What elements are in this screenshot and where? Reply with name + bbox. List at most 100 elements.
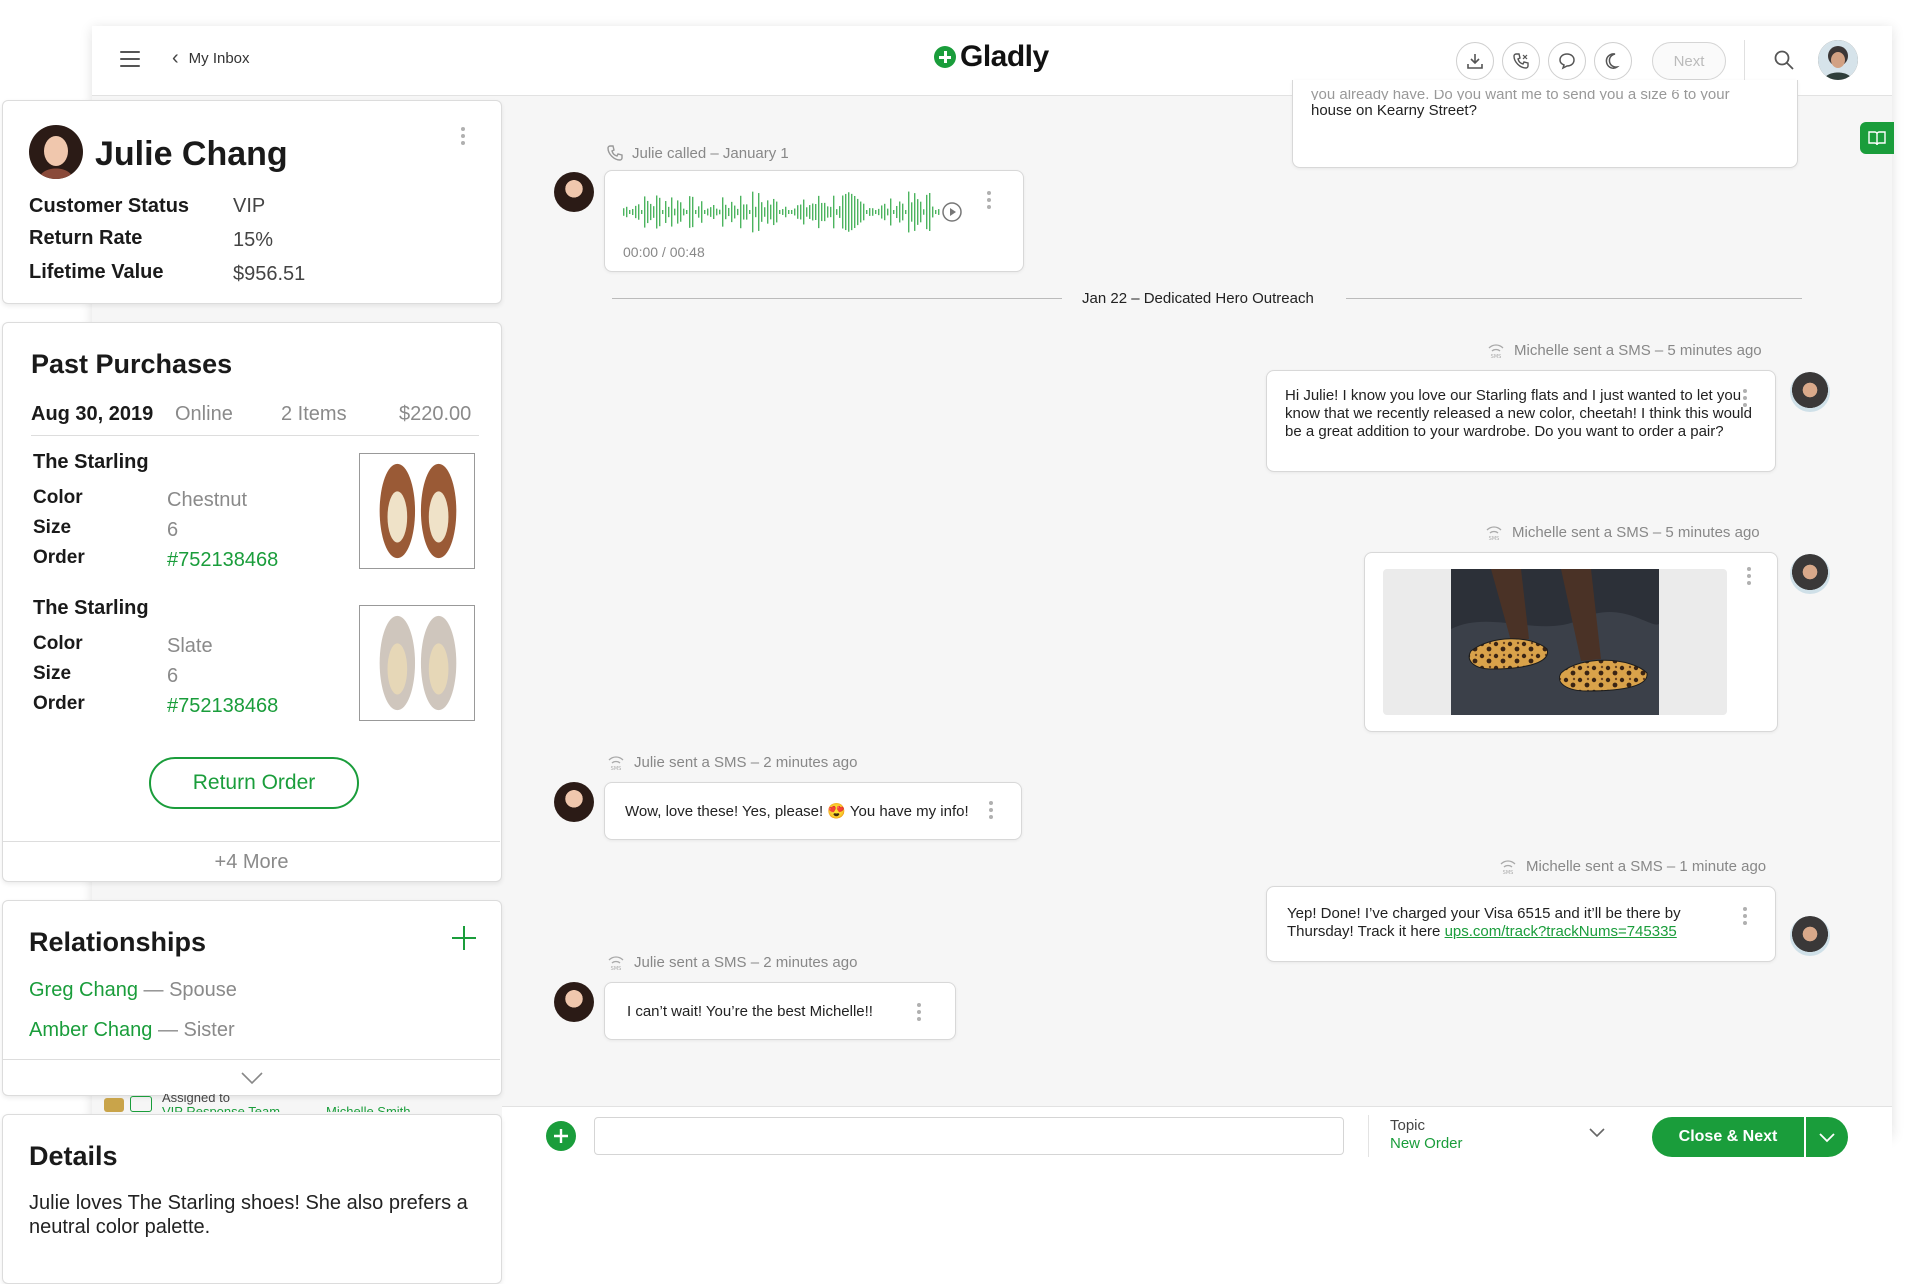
sms-meta: SMS Michelle sent a SMS – 5 minutes ago [1486, 342, 1762, 359]
waveform-bar [905, 210, 907, 214]
message-more-icon[interactable] [989, 801, 993, 822]
sms-icon: SMS [608, 755, 624, 771]
assigned-agent[interactable]: Michelle Smith [326, 1104, 411, 1112]
waveform-bar [647, 200, 649, 224]
moon-icon [1605, 53, 1620, 69]
waveform-bar [785, 206, 787, 218]
relationship-name[interactable]: Amber Chang [29, 1019, 152, 1041]
waveform-bar [839, 206, 841, 218]
waveform-bar [629, 210, 631, 214]
order-divider [31, 435, 479, 436]
divider-line-left [612, 298, 1062, 299]
waveform-bar [713, 204, 715, 220]
waveform-bar [935, 210, 937, 214]
field-value: VIP [233, 195, 266, 217]
message-more-icon[interactable] [1743, 907, 1747, 928]
waveform-bar [920, 201, 922, 223]
waveform-bar [803, 199, 805, 225]
item-size: 6 [167, 519, 179, 541]
image-message-bubble [1364, 552, 1778, 732]
back-to-inbox[interactable]: ‹ My Inbox [172, 48, 250, 68]
section-title: Past Purchases [31, 349, 233, 379]
add-relationship-button[interactable] [449, 923, 479, 958]
past-purchases-card: Past Purchases Aug 30, 2019 Online 2 Ite… [2, 322, 502, 882]
section-title: Relationships [29, 927, 207, 957]
waveform-bar [686, 210, 688, 214]
partial-message-text: you already have. Do you want me to send… [1311, 90, 1730, 100]
waveform-bar [653, 206, 655, 218]
search-button[interactable] [1772, 48, 1798, 74]
play-button[interactable] [941, 201, 963, 228]
waveform-bar [707, 208, 709, 216]
call-meta-text: Julie called – January 1 [632, 144, 789, 162]
waveform-bar [683, 208, 685, 216]
waveform-bar [797, 205, 799, 219]
topic-dropdown[interactable] [1588, 1125, 1606, 1144]
return-order-button[interactable]: Return Order [149, 757, 359, 809]
field-label: Return Rate [29, 227, 143, 249]
waveform-bar [755, 206, 757, 218]
order-total: $220.00 [399, 403, 472, 425]
logo-text: Gladly [960, 40, 1049, 73]
expand-divider [3, 1059, 500, 1060]
waveform-bar [776, 201, 778, 223]
image-more-icon[interactable] [1747, 567, 1751, 588]
item-color: Chestnut [167, 489, 248, 511]
item-order-label: Order [33, 547, 85, 568]
relationship-type: — Sister [157, 1019, 235, 1041]
book-icon [1868, 131, 1886, 146]
sms-meta-text: Julie sent a SMS – 2 minutes ago [634, 954, 858, 971]
next-button[interactable]: Next [1652, 42, 1726, 80]
relationship-name[interactable]: Greg Chang [29, 979, 138, 1001]
knowledge-tab[interactable] [1860, 122, 1894, 154]
composer-divider [1368, 1115, 1369, 1157]
tracking-link[interactable]: ups.com/track?trackNums=745335 [1445, 923, 1677, 940]
call-time: 00:00 / 00:48 [623, 244, 705, 260]
waveform-bar [890, 198, 892, 226]
waveform-bar [917, 199, 919, 225]
waveform-bar [668, 206, 670, 218]
close-options-button[interactable] [1806, 1117, 1848, 1157]
waveform-bar [737, 208, 739, 216]
away-button[interactable] [1594, 42, 1632, 80]
waveform-bar [923, 209, 925, 215]
phone-button[interactable] [1502, 42, 1540, 80]
close-and-next-button[interactable]: Close & Next [1652, 1117, 1804, 1157]
profile-more-icon[interactable] [461, 127, 465, 148]
topic-value[interactable]: New Order [1390, 1135, 1463, 1152]
sms-meta-text: Michelle sent a SMS – 5 minutes ago [1512, 524, 1760, 541]
menu-icon[interactable] [120, 51, 140, 67]
plus-logo-icon [934, 46, 956, 68]
assignment-peek: Assigned to VIP Response Team Michelle S… [104, 1094, 464, 1112]
item-order-link[interactable]: #752138468 [167, 695, 278, 718]
download-button[interactable] [1456, 42, 1494, 80]
show-more-link[interactable]: +4 More [3, 851, 500, 874]
waveform-bar [887, 208, 889, 216]
message-input[interactable] [594, 1117, 1344, 1155]
add-attachment-button[interactable] [546, 1121, 576, 1151]
waveform-bar [833, 195, 835, 229]
waveform-bar [740, 195, 742, 229]
expand-relationships-button[interactable] [239, 1069, 265, 1092]
chevron-left-icon: ‹ [172, 47, 179, 69]
item-size-label: Size [33, 663, 72, 684]
waveform-bar [734, 205, 736, 219]
agent-avatar[interactable] [1818, 40, 1858, 80]
waveform-bar [764, 207, 766, 217]
waveform-bar [623, 208, 625, 216]
chat-button[interactable] [1548, 42, 1586, 80]
sms-meta: SMS Michelle sent a SMS – 5 minutes ago [1484, 524, 1760, 541]
waveform-bar [830, 206, 832, 218]
waveform-bar [773, 198, 775, 226]
waveform-bar [650, 203, 652, 221]
waveform-bar [860, 201, 862, 223]
message-more-icon[interactable] [1743, 389, 1747, 410]
assigned-team[interactable]: VIP Response Team [162, 1104, 280, 1112]
cheetah-shoes-image[interactable] [1451, 569, 1659, 715]
item-order-link[interactable]: #752138468 [167, 549, 278, 572]
waveform-bar [809, 205, 811, 219]
message-more-icon[interactable] [917, 1003, 921, 1024]
call-more-icon[interactable] [987, 191, 991, 212]
topbar-divider [1744, 40, 1745, 82]
waveform-bar [815, 203, 817, 221]
